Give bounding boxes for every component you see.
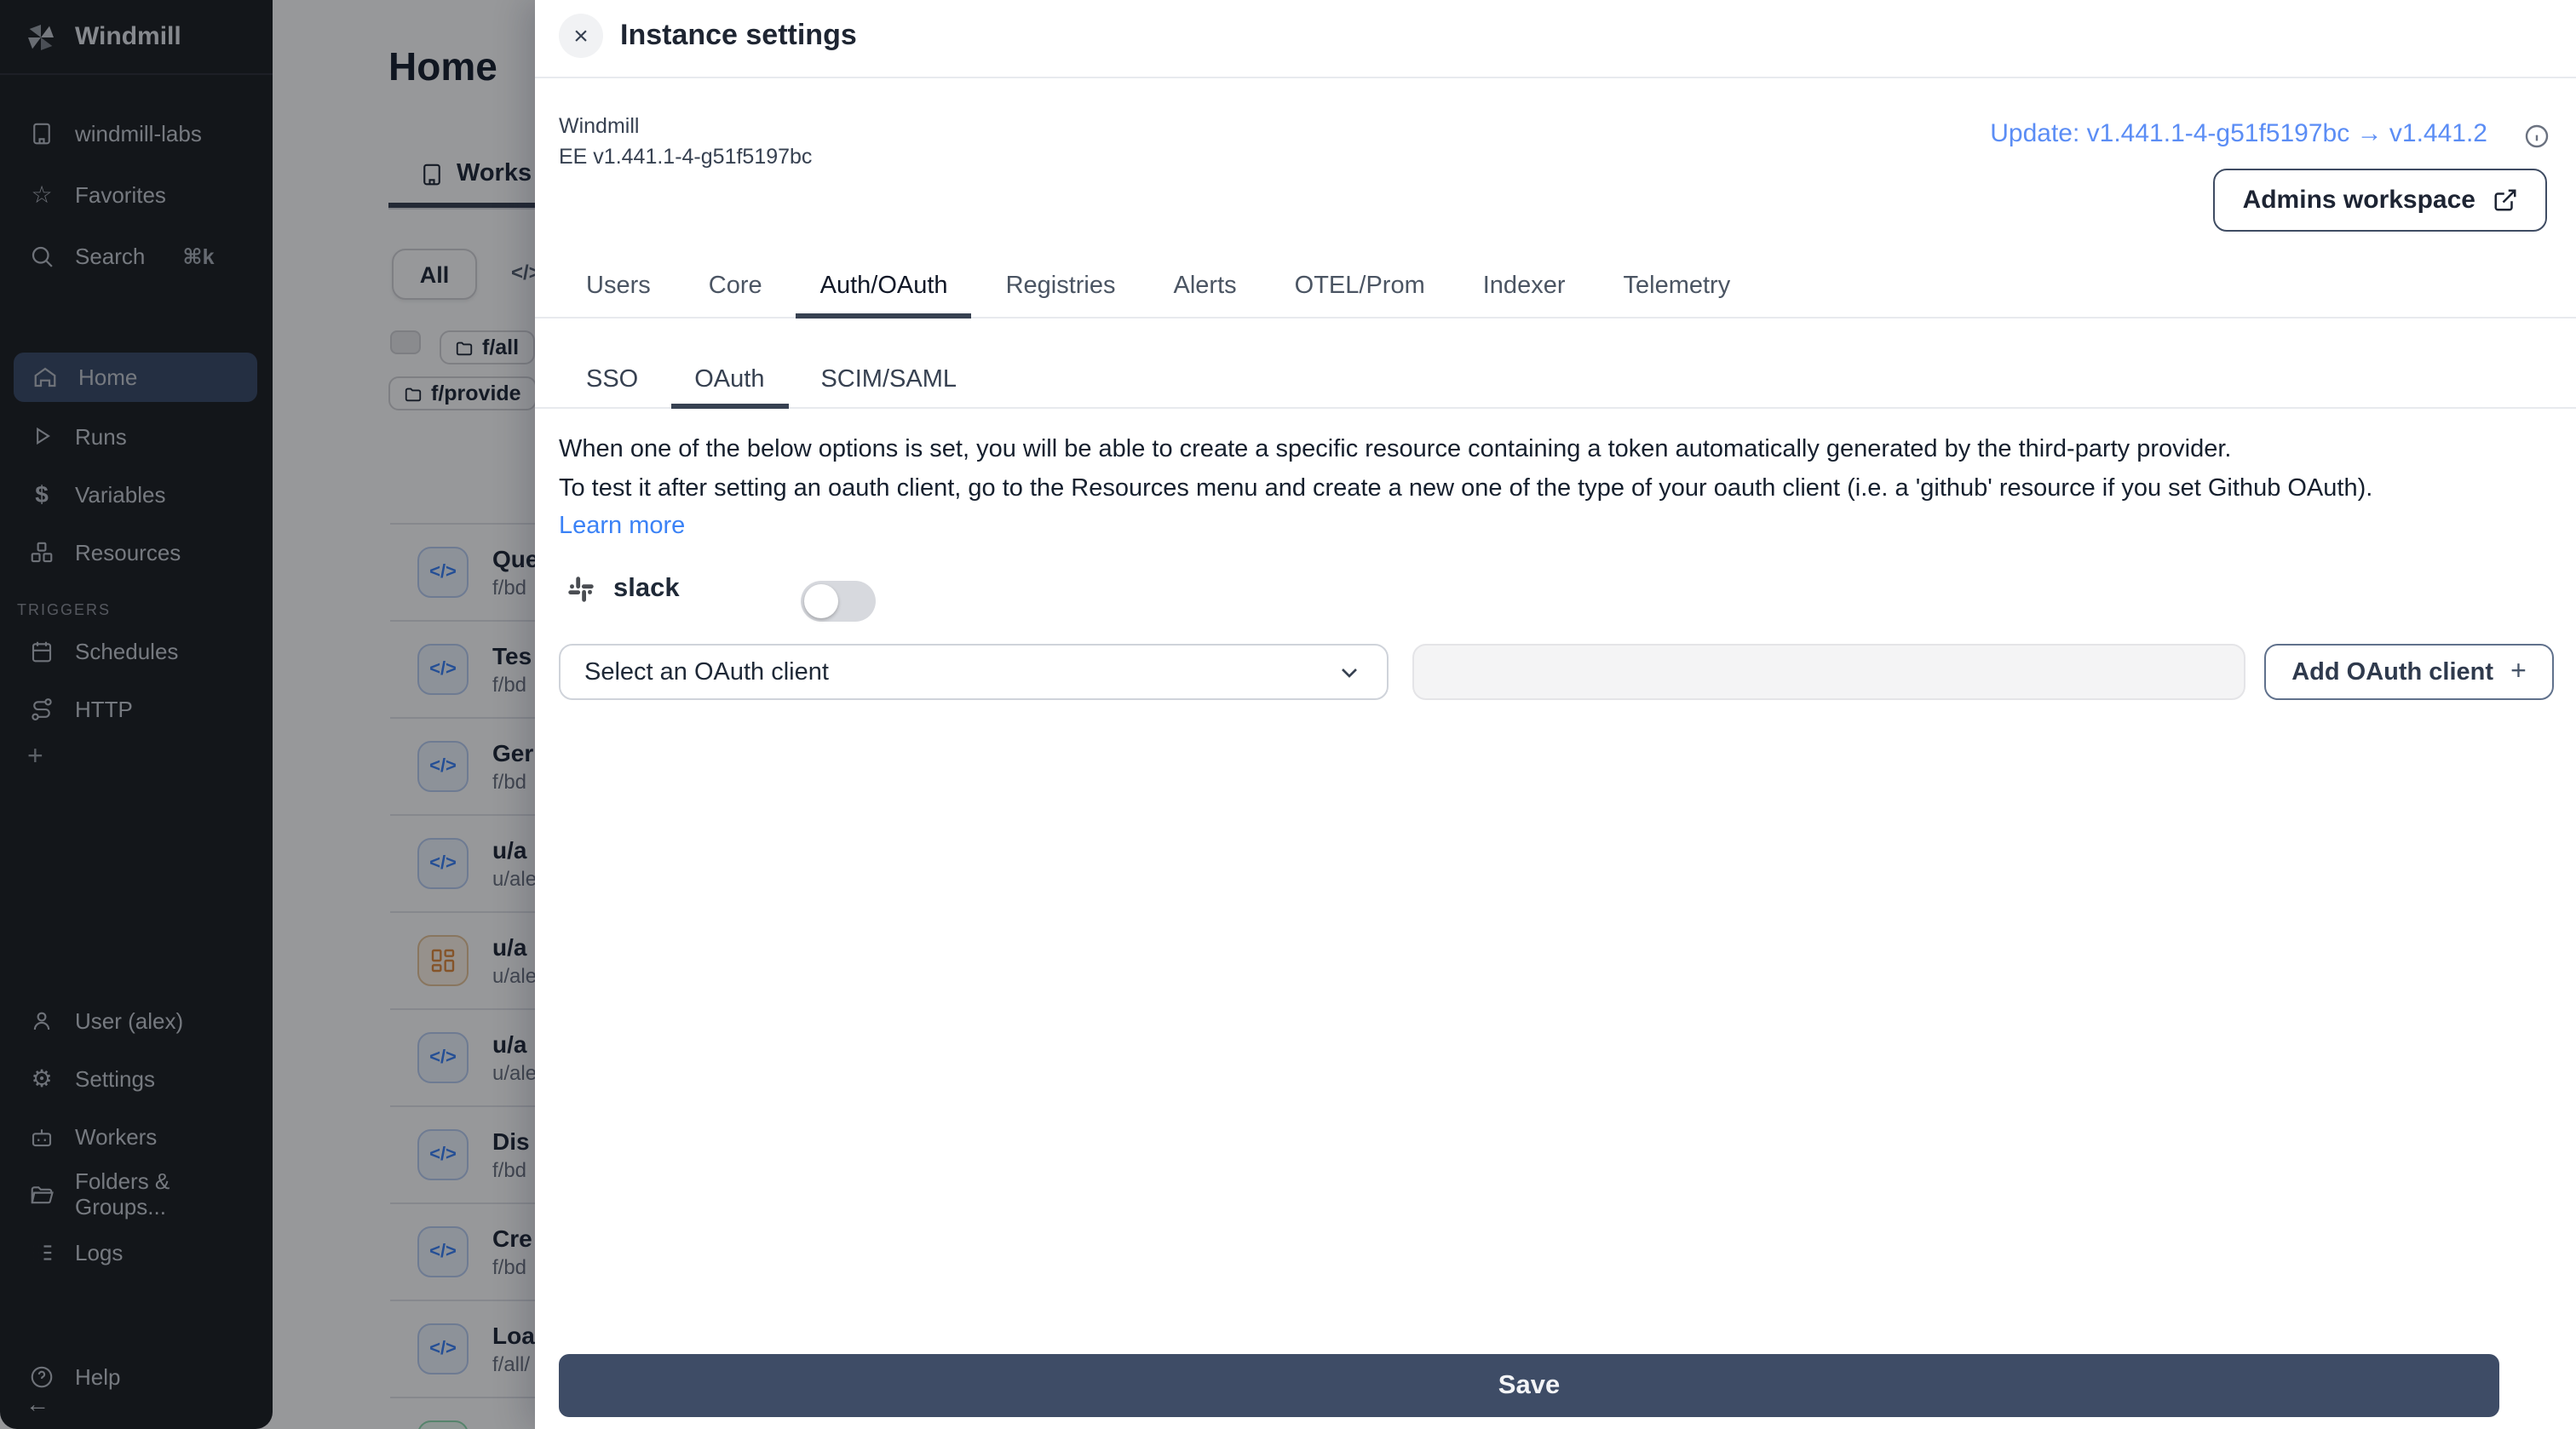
save-button[interactable]: Save (559, 1354, 2499, 1417)
external-link-icon (2493, 187, 2518, 213)
slack-icon (566, 574, 596, 605)
oauth-description: When one of the below options is set, yo… (559, 431, 2535, 509)
tab-otel-prom[interactable]: OTEL/Prom (1271, 259, 1449, 317)
save-label: Save (1498, 1370, 1561, 1399)
select-value: Select an OAuth client (584, 658, 829, 686)
tab-alerts[interactable]: Alerts (1150, 259, 1261, 317)
instance-version: EE v1.441.1-4-g51f5197bc (559, 145, 813, 169)
tab-core[interactable]: Core (685, 259, 786, 317)
slack-provider-row: slack (566, 574, 680, 605)
modal-title: Instance settings (620, 19, 857, 51)
description-line-2: To test it after setting an oauth client… (559, 475, 2373, 502)
plus-icon: + (2510, 657, 2527, 686)
instance-settings-modal: × Instance settings Windmill EE v1.441.1… (535, 0, 2576, 1429)
slack-enable-toggle[interactable] (801, 581, 876, 622)
oauth-client-input[interactable] (1412, 644, 2245, 700)
oauth-client-select[interactable]: Select an OAuth client (559, 644, 1389, 700)
tab-auth-oauth[interactable]: Auth/OAuth (796, 259, 972, 319)
button-label: Admins workspace (2242, 186, 2475, 215)
update-version-link[interactable]: Update: v1.441.1-4-g51f5197bc → v1.441.2 (1990, 119, 2487, 148)
instance-name: Windmill (559, 114, 640, 138)
settings-tabs: Users Core Auth/OAuth Registries Alerts … (535, 259, 2576, 319)
close-icon: × (573, 21, 589, 50)
chevron-down-icon (1336, 658, 1363, 686)
screen: Windmill windmill-labs ☆ Favorites Searc… (0, 0, 2576, 1429)
description-line-1: When one of the below options is set, yo… (559, 436, 2232, 463)
modal-backdrop[interactable] (0, 0, 535, 1429)
learn-more-link[interactable]: Learn more (559, 513, 685, 540)
tab-indexer[interactable]: Indexer (1459, 259, 1590, 317)
admins-workspace-button[interactable]: Admins workspace (2213, 169, 2547, 232)
subtab-sso[interactable]: SSO (562, 339, 662, 407)
close-button[interactable]: × (559, 14, 603, 58)
info-icon[interactable] (2523, 123, 2550, 150)
auth-subtabs: SSO OAuth SCIM/SAML (535, 339, 2576, 409)
subtab-oauth[interactable]: OAuth (670, 339, 789, 409)
button-label: Add OAuth client (2291, 658, 2494, 686)
tab-users[interactable]: Users (562, 259, 675, 317)
tab-telemetry[interactable]: Telemetry (1600, 259, 1755, 317)
tab-registries[interactable]: Registries (982, 259, 1140, 317)
header-divider (535, 77, 2576, 78)
provider-name: slack (613, 574, 680, 603)
subtab-scim-saml[interactable]: SCIM/SAML (796, 339, 980, 407)
add-oauth-client-button[interactable]: Add OAuth client + (2264, 644, 2554, 700)
toggle-knob (804, 584, 838, 618)
